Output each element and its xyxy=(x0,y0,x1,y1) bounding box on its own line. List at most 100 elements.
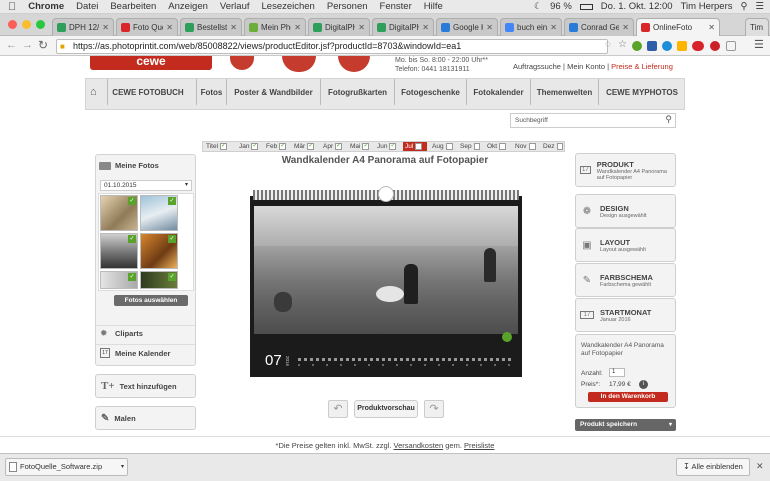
warenkorb-button[interactable]: In den Warenkorb xyxy=(588,392,668,402)
nav-item[interactable]: Fotos xyxy=(196,79,226,105)
browser-tab[interactable]: Bestellstatus✕ xyxy=(180,18,242,36)
user-name[interactable]: Tim Herpers xyxy=(681,1,733,12)
tab-close-icon[interactable]: ✕ xyxy=(294,23,301,32)
calendar-photo[interactable] xyxy=(254,206,518,342)
cewe-logo[interactable]: cewe xyxy=(90,56,212,70)
close-icon[interactable]: ✕ xyxy=(756,461,764,472)
clock[interactable]: Do. 1. Okt. 12:00 xyxy=(601,1,673,12)
menu-bearbeiten[interactable]: Bearbeiten xyxy=(104,1,162,12)
menu-personen[interactable]: Personen xyxy=(321,1,374,12)
extension-twitter-icon[interactable] xyxy=(662,41,672,51)
browser-tab[interactable]: DigitalPHO✕ xyxy=(372,18,434,36)
tab-close-icon[interactable]: ✕ xyxy=(622,23,629,32)
chevron-down-icon[interactable]: ▾ xyxy=(121,459,124,475)
month-tab[interactable]: Mär ✓ xyxy=(292,142,318,151)
alle-einblenden-button[interactable]: ↧ Alle einblenden xyxy=(676,458,750,476)
month-tab[interactable]: Titel ✓ xyxy=(204,142,234,151)
step-farbschema[interactable]: ✎ FARBSCHEMA Farbschema gewählt xyxy=(575,263,676,297)
browser-tab[interactable]: Google Kal✕ xyxy=(436,18,498,36)
photo-thumbnail[interactable]: ✓ xyxy=(100,233,138,269)
back-icon[interactable]: ← xyxy=(6,39,17,51)
calendar-preview[interactable]: 07 2016 xyxy=(250,196,522,377)
text-hinzufuegen-button[interactable]: T+ Text hinzufügen xyxy=(95,374,196,398)
month-checkbox[interactable] xyxy=(445,143,453,150)
menu-verlauf[interactable]: Verlauf xyxy=(214,1,256,12)
step-startmonat[interactable]: 17 STARTMONAT Januar 2016 xyxy=(575,298,676,332)
undo-button[interactable]: ↶ xyxy=(328,400,348,418)
month-tab[interactable]: Nov xyxy=(513,142,538,151)
date-select[interactable]: 01.10.2015 ▾ xyxy=(100,180,192,191)
month-checkbox[interactable] xyxy=(499,143,507,150)
month-tab[interactable]: Dez xyxy=(541,142,565,151)
browser-tab[interactable]: Mein Photo✕ xyxy=(244,18,306,36)
step-layout[interactable]: ▣ LAYOUT Layout ausgewählt xyxy=(575,228,676,262)
url-field[interactable]: ■ https://as.photoprintit.com/web/850088… xyxy=(56,39,608,54)
month-checkbox[interactable]: ✓ xyxy=(279,143,287,150)
month-checkbox[interactable]: ✓ xyxy=(389,143,397,150)
tab-close-icon[interactable]: ✕ xyxy=(230,23,237,32)
malen-button[interactable]: ✎ Malen xyxy=(95,406,196,430)
anzahl-input[interactable]: 1 xyxy=(609,368,625,377)
search-icon[interactable]: ⚲ xyxy=(665,113,672,126)
month-checkbox[interactable] xyxy=(415,143,423,150)
fotos-auswaehlen-button[interactable]: Fotos auswählen xyxy=(114,295,188,306)
month-checkbox[interactable]: ✓ xyxy=(335,143,343,150)
photo-thumbnail[interactable]: ✓ xyxy=(100,271,138,289)
month-tab[interactable]: Jan ✓ xyxy=(237,142,261,151)
nav-item[interactable]: Poster & Wandbilder xyxy=(226,79,320,105)
month-tab[interactable]: Feb ✓ xyxy=(264,142,289,151)
menu-app-name[interactable]: Chrome xyxy=(22,1,70,12)
search-icon[interactable]: ⚲ xyxy=(741,1,748,12)
cliparts-label[interactable]: Cliparts xyxy=(115,329,143,338)
produkt-speichern-button[interactable]: Produkt speichern ▾ xyxy=(575,419,676,431)
month-tab[interactable]: Apr ✓ xyxy=(321,142,345,151)
apple-icon[interactable]:  xyxy=(0,1,22,13)
menu-lesezeichen[interactable]: Lesezeichen xyxy=(256,1,321,12)
wifi-icon[interactable]: ☾ xyxy=(534,1,542,12)
redo-button[interactable]: ↷ xyxy=(424,400,444,418)
browser-tab[interactable]: DigitalPHO✕ xyxy=(308,18,370,36)
month-checkbox[interactable] xyxy=(473,143,480,150)
battery-icon[interactable] xyxy=(579,3,593,10)
month-tab[interactable]: Okt xyxy=(485,142,510,151)
minimize-window-button[interactable] xyxy=(22,20,31,29)
photo-thumbnail[interactable]: ✓ xyxy=(140,195,178,231)
month-tab[interactable]: Aug xyxy=(430,142,455,151)
step-produkt[interactable]: 17 PRODUKT Wandkalender A4 Panorama auf Fo… xyxy=(575,153,676,187)
browser-tab[interactable]: Conrad Ge ✕ xyxy=(564,18,634,36)
chrome-menu-icon[interactable]: ☰ xyxy=(754,38,764,51)
key-icon[interactable]: ◌ xyxy=(605,39,611,50)
nav-item[interactable]: CEWE MYPHOTOS xyxy=(598,79,685,105)
profile-button[interactable]: Tim xyxy=(745,18,769,36)
step-design[interactable]: ❁ DESIGN Design ausgewählt xyxy=(575,194,676,228)
month-checkbox[interactable]: ✓ xyxy=(220,143,228,150)
preise-lieferung-link[interactable]: Preise & Lieferung xyxy=(611,62,673,71)
meine-fotos-label[interactable]: Meine Fotos xyxy=(115,161,159,170)
close-window-button[interactable] xyxy=(8,20,17,29)
month-checkbox[interactable]: ✓ xyxy=(251,143,259,150)
menu-fenster[interactable]: Fenster xyxy=(374,1,418,12)
auftragssuche-link[interactable]: Auftragssuche xyxy=(513,62,561,71)
forward-icon[interactable]: → xyxy=(22,39,33,51)
month-tab[interactable]: Sep xyxy=(458,142,482,151)
search-input[interactable]: Suchbegriff ⚲ xyxy=(510,113,676,128)
month-checkbox[interactable] xyxy=(556,143,563,150)
bookmark-star-icon[interactable]: ☆ xyxy=(618,39,627,50)
info-icon[interactable]: i xyxy=(639,380,648,389)
photo-thumbnail[interactable]: ✓ xyxy=(100,195,138,231)
tab-close-icon[interactable]: ✕ xyxy=(708,23,715,32)
nav-item[interactable]: Themenwelten xyxy=(530,79,598,105)
month-tab[interactable]: Jun ✓ xyxy=(375,142,400,151)
list-icon[interactable]: ☰ xyxy=(755,1,764,12)
versandkosten-link[interactable]: Versandkosten xyxy=(394,441,444,450)
browser-tab[interactable]: DPH 12/15✕ xyxy=(52,18,114,36)
meine-kalender-label[interactable]: Meine Kalender xyxy=(115,349,170,358)
photo-thumbnail[interactable]: ✓ xyxy=(140,271,178,289)
month-checkbox[interactable]: ✓ xyxy=(307,143,315,150)
browser-tab[interactable]: buch einst✕ xyxy=(500,18,562,36)
mein-konto-link[interactable]: Mein Konto xyxy=(567,62,605,71)
zoom-window-button[interactable] xyxy=(36,20,45,29)
menu-anzeigen[interactable]: Anzeigen xyxy=(162,1,214,12)
preisliste-link[interactable]: Preisliste xyxy=(464,441,494,450)
browser-tab[interactable]: OnlineFoto ✕ xyxy=(636,18,720,36)
